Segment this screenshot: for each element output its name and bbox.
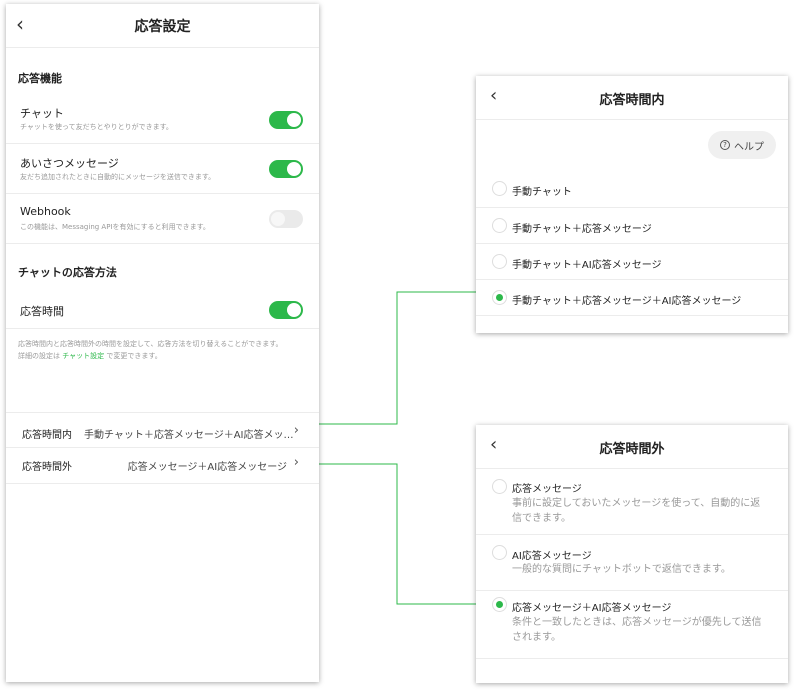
response-settings-panel: ‹ 応答設定 応答機能 チャット チャットを使って友だちとやりとりができます。 … (6, 4, 319, 682)
help-button[interactable]: ? ヘルプ (708, 131, 776, 159)
option-manual-ai[interactable]: 手動チャット＋AI応答メッセージ (476, 244, 788, 280)
webhook-toggle[interactable] (269, 210, 303, 228)
toggle-desc: チャットを使って友だちとやりとりができます。 (20, 123, 173, 131)
option-label: 手動チャット＋応答メッセージ＋AI応答メッセージ (512, 296, 742, 307)
radio-button[interactable] (492, 218, 507, 233)
toggle-title: あいさつメッセージ (20, 157, 119, 170)
option-manual-auto[interactable]: 手動チャット＋応答メッセージ (476, 208, 788, 244)
chevron-right-icon: › (293, 455, 299, 470)
outside-hours-value: 応答メッセージ＋AI応答メッセージ (127, 462, 287, 473)
panel-title: 応答時間外 (599, 442, 665, 457)
note-detail: 詳細の設定は チャット設定 で変更できます。 (18, 350, 307, 362)
header: ‹ 応答時間外 (476, 425, 788, 469)
within-hours-value: 手動チャット＋応答メッセージ＋AI応答メッ… (84, 430, 294, 441)
question-icon: ? (720, 140, 730, 150)
radio-button[interactable] (492, 597, 507, 612)
radio-button[interactable] (492, 290, 507, 305)
outside-hours-row[interactable]: 応答時間外 応答メッセージ＋AI応答メッセージ › (6, 448, 319, 484)
section-title-method: チャットの応答方法 (18, 266, 117, 279)
greeting-toggle[interactable] (269, 160, 303, 178)
outside-hours-label: 応答時間外 (22, 462, 72, 473)
help-label: ヘルプ (734, 141, 764, 153)
chevron-right-icon: › (293, 423, 299, 438)
option-auto-ai-message[interactable]: 応答メッセージ＋AI応答メッセージ 条件と一致したときは、応答メッセージが優先し… (476, 591, 788, 659)
option-label: 手動チャット＋AI応答メッセージ (512, 260, 662, 271)
option-label: 手動チャット＋応答メッセージ (512, 224, 652, 235)
radio-button[interactable] (492, 254, 507, 269)
header: ‹ 応答設定 (6, 4, 319, 48)
option-auto-message[interactable]: 応答メッセージ 事前に設定しておいたメッセージを使って、自動的に返信できます。 (476, 469, 788, 535)
option-label: AI応答メッセージ (512, 551, 592, 562)
toggle-row-greeting: あいさつメッセージ 友だち追加されたときに自動的にメッセージを送信できます。 (6, 144, 319, 194)
toggle-row-response-time: 応答時間 (6, 292, 319, 329)
response-time-toggle[interactable] (269, 301, 303, 319)
response-time-note: 応答時間内と応答時間外の時間を設定して、応答方法を切り替えることができます。 詳… (6, 329, 319, 412)
option-desc: 条件と一致したときは、応答メッセージが優先して送信されます。 (512, 617, 762, 643)
option-label: 応答メッセージ＋AI応答メッセージ (512, 603, 672, 614)
connector-within (305, 291, 481, 425)
note-line: 応答時間内と応答時間外の時間を設定して、応答方法を切り替えることができます。 (18, 340, 283, 348)
outside-hours-panel: ‹ 応答時間外 応答メッセージ 事前に設定しておいたメッセージを使って、自動的に… (476, 425, 788, 683)
section-title-features: 応答機能 (18, 72, 62, 85)
chat-toggle[interactable] (269, 111, 303, 129)
panel-title: 応答時間内 (599, 93, 665, 108)
note-prefix: 詳細の設定は (18, 352, 60, 360)
connector-outside (305, 463, 481, 605)
option-ai-message[interactable]: AI応答メッセージ 一般的な質問にチャットボットで返信できます。 (476, 535, 788, 591)
toggle-title: チャット (20, 107, 64, 120)
page-title: 応答設定 (134, 19, 191, 35)
chat-settings-link[interactable]: チャット設定 (62, 352, 104, 360)
header: ‹ 応答時間内 (476, 76, 788, 120)
toggle-title: 応答時間 (20, 305, 64, 318)
toggle-desc: この機能は、Messaging APIを有効にすると利用できます。 (20, 223, 210, 231)
option-desc: 事前に設定しておいたメッセージを使って、自動的に返信できます。 (512, 498, 761, 524)
radio-button[interactable] (492, 181, 507, 196)
toggle-title: Webhook (20, 205, 71, 218)
within-hours-row[interactable]: 応答時間内 手動チャット＋応答メッセージ＋AI応答メッ… › (6, 412, 319, 448)
option-label: 手動チャット (512, 187, 572, 198)
toggle-desc: 友だち追加されたときに自動的にメッセージを送信できます。 (20, 173, 216, 181)
option-desc: 一般的な質問にチャットボットで返信できます。 (512, 564, 731, 575)
toggle-row-chat: チャット チャットを使って友だちとやりとりができます。 (6, 98, 319, 144)
within-hours-panel: ‹ 応答時間内 ? ヘルプ 手動チャット 手動チャット＋応答メッセージ 手動チャ… (476, 76, 788, 333)
within-hours-label: 応答時間内 (22, 430, 72, 441)
radio-button[interactable] (492, 479, 507, 494)
option-manual-chat[interactable]: 手動チャット (476, 172, 788, 208)
option-manual-auto-ai[interactable]: 手動チャット＋応答メッセージ＋AI応答メッセージ (476, 280, 788, 316)
radio-button[interactable] (492, 545, 507, 560)
note-suffix: で変更できます。 (106, 352, 162, 360)
toggle-row-webhook: Webhook この機能は、Messaging APIを有効にすると利用できます… (6, 194, 319, 244)
option-label: 応答メッセージ (512, 484, 582, 495)
